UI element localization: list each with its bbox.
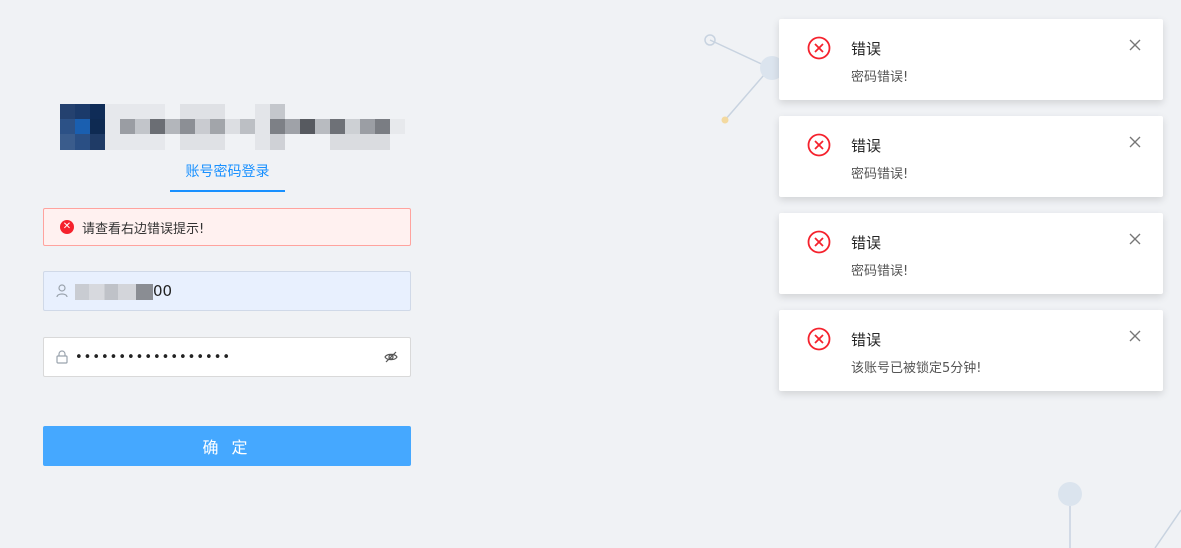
alert-message: 请查看右边错误提示! <box>82 221 205 237</box>
username-visible-suffix: 00 <box>153 282 173 300</box>
error-notification: 错误 密码错误! <box>779 213 1163 294</box>
password-input[interactable]: •••••••••••••••••• <box>75 350 383 365</box>
close-circle-icon <box>807 133 831 157</box>
eye-invisible-icon[interactable] <box>383 349 399 365</box>
lock-icon <box>55 349 69 365</box>
error-alert: ✕ 请查看右边错误提示! <box>43 208 411 246</box>
login-page: 账号密码登录 ✕ 请查看右边错误提示! 00 •••••••••••••••••… <box>0 0 1181 548</box>
close-circle-icon: ✕ <box>60 220 74 234</box>
username-field[interactable]: 00 <box>43 271 411 311</box>
close-circle-icon <box>807 36 831 60</box>
close-icon[interactable] <box>1129 136 1141 148</box>
notification-title: 错误 <box>851 234 882 252</box>
notification-title: 错误 <box>851 40 882 58</box>
error-notification: 错误 该账号已被锁定5分钟! <box>779 310 1163 391</box>
close-icon[interactable] <box>1129 233 1141 245</box>
submit-button[interactable]: 确 定 <box>43 426 411 466</box>
error-notification: 错误 密码错误! <box>779 116 1163 197</box>
error-notification: 错误 密码错误! <box>779 19 1163 100</box>
notification-title: 错误 <box>851 137 882 155</box>
close-circle-icon <box>807 327 831 351</box>
password-field[interactable]: •••••••••••••••••• <box>43 337 411 377</box>
logo <box>60 104 410 150</box>
notification-description: 该账号已被锁定5分钟! <box>851 361 982 376</box>
tab-account-password-login[interactable]: 账号密码登录 <box>170 160 285 192</box>
notification-title: 错误 <box>851 331 882 349</box>
notification-description: 密码错误! <box>851 70 909 85</box>
close-icon[interactable] <box>1129 330 1141 342</box>
notification-description: 密码错误! <box>851 264 909 279</box>
close-circle-icon <box>807 230 831 254</box>
username-input[interactable]: 00 <box>75 282 399 300</box>
close-icon[interactable] <box>1129 39 1141 51</box>
notification-description: 密码错误! <box>851 167 909 182</box>
user-icon <box>55 283 69 299</box>
redacted-username <box>75 283 153 300</box>
